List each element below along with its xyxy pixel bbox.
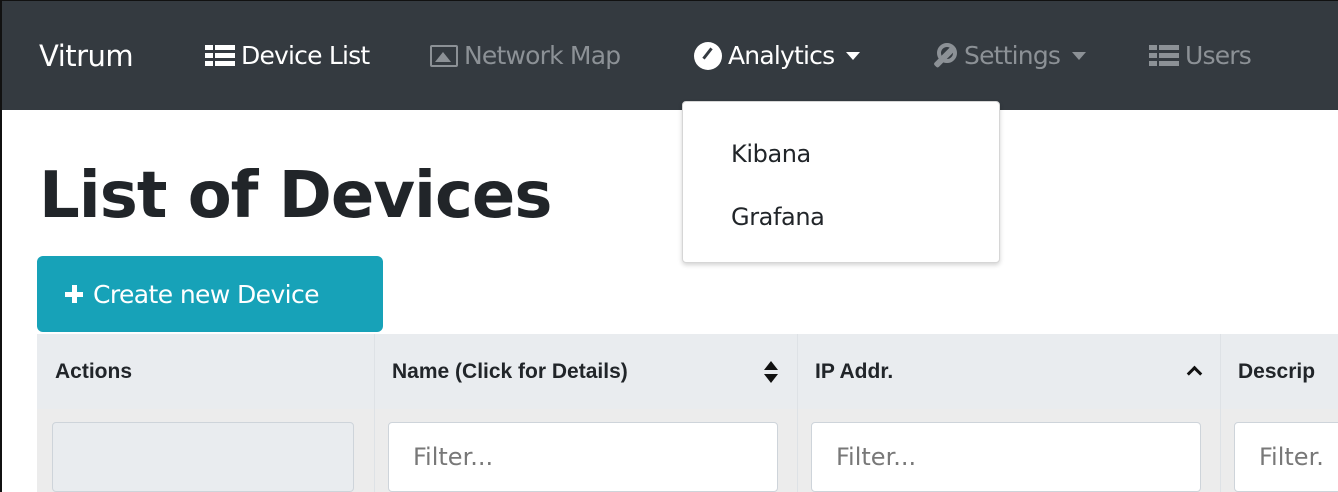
nav-settings-label: Settings	[964, 41, 1061, 70]
column-header-label: IP Addr.	[815, 359, 894, 383]
brand-link[interactable]: Vitrum	[39, 39, 134, 73]
nav-analytics-dropdown[interactable]: Analytics	[694, 41, 861, 70]
picture-icon	[430, 44, 458, 67]
devices-table: Actions Name (Click for Details) IP Addr…	[37, 334, 1338, 492]
list-icon	[205, 44, 235, 67]
actions-filter-placeholder	[52, 422, 354, 492]
column-header-label: Name (Click for Details)	[392, 359, 628, 383]
filter-placeholder: Filter.	[1259, 443, 1324, 471]
plus-icon	[65, 285, 83, 303]
page-title: List of Devices	[39, 159, 552, 233]
analytics-dropdown-menu: Kibana Grafana	[682, 101, 1000, 263]
column-header-actions: Actions	[37, 334, 374, 409]
filter-placeholder: Filter...	[836, 443, 917, 471]
wrench-icon	[930, 42, 958, 70]
column-header-label: Actions	[55, 359, 133, 383]
nav-settings-dropdown[interactable]: Settings	[930, 41, 1087, 70]
filter-placeholder: Filter...	[413, 443, 494, 471]
app-window: Vitrum Device List Network Map Analytics…	[0, 0, 1338, 492]
ip-filter-input[interactable]: Filter...	[811, 422, 1201, 492]
sort-both-icon	[764, 361, 778, 383]
column-header-description[interactable]: Descrip	[1220, 334, 1338, 409]
nav-analytics-label: Analytics	[728, 41, 835, 70]
create-device-button[interactable]: Create new Device	[37, 256, 383, 332]
sort-ascending-icon	[1187, 366, 1203, 378]
gauge-icon	[694, 41, 722, 70]
column-header-ip[interactable]: IP Addr.	[797, 334, 1220, 409]
nav-users[interactable]: Users	[1149, 41, 1252, 70]
nav-device-list-label: Device List	[241, 41, 370, 70]
menu-item-grafana[interactable]: Grafana	[731, 203, 825, 231]
name-filter-input[interactable]: Filter...	[388, 422, 778, 492]
caret-down-icon	[1072, 51, 1087, 60]
nav-device-list[interactable]: Device List	[205, 41, 370, 70]
description-filter-input[interactable]: Filter.	[1234, 422, 1338, 492]
nav-network-map[interactable]: Network Map	[430, 41, 621, 70]
menu-item-kibana[interactable]: Kibana	[731, 140, 811, 168]
create-device-label: Create new Device	[93, 279, 320, 309]
top-navbar: Vitrum Device List Network Map Analytics…	[2, 1, 1338, 110]
column-header-name[interactable]: Name (Click for Details)	[374, 334, 797, 409]
caret-down-icon	[846, 51, 861, 60]
nav-users-label: Users	[1185, 41, 1252, 70]
list-icon	[1149, 44, 1179, 67]
column-header-label: Descrip	[1238, 359, 1316, 383]
nav-network-map-label: Network Map	[464, 41, 621, 70]
